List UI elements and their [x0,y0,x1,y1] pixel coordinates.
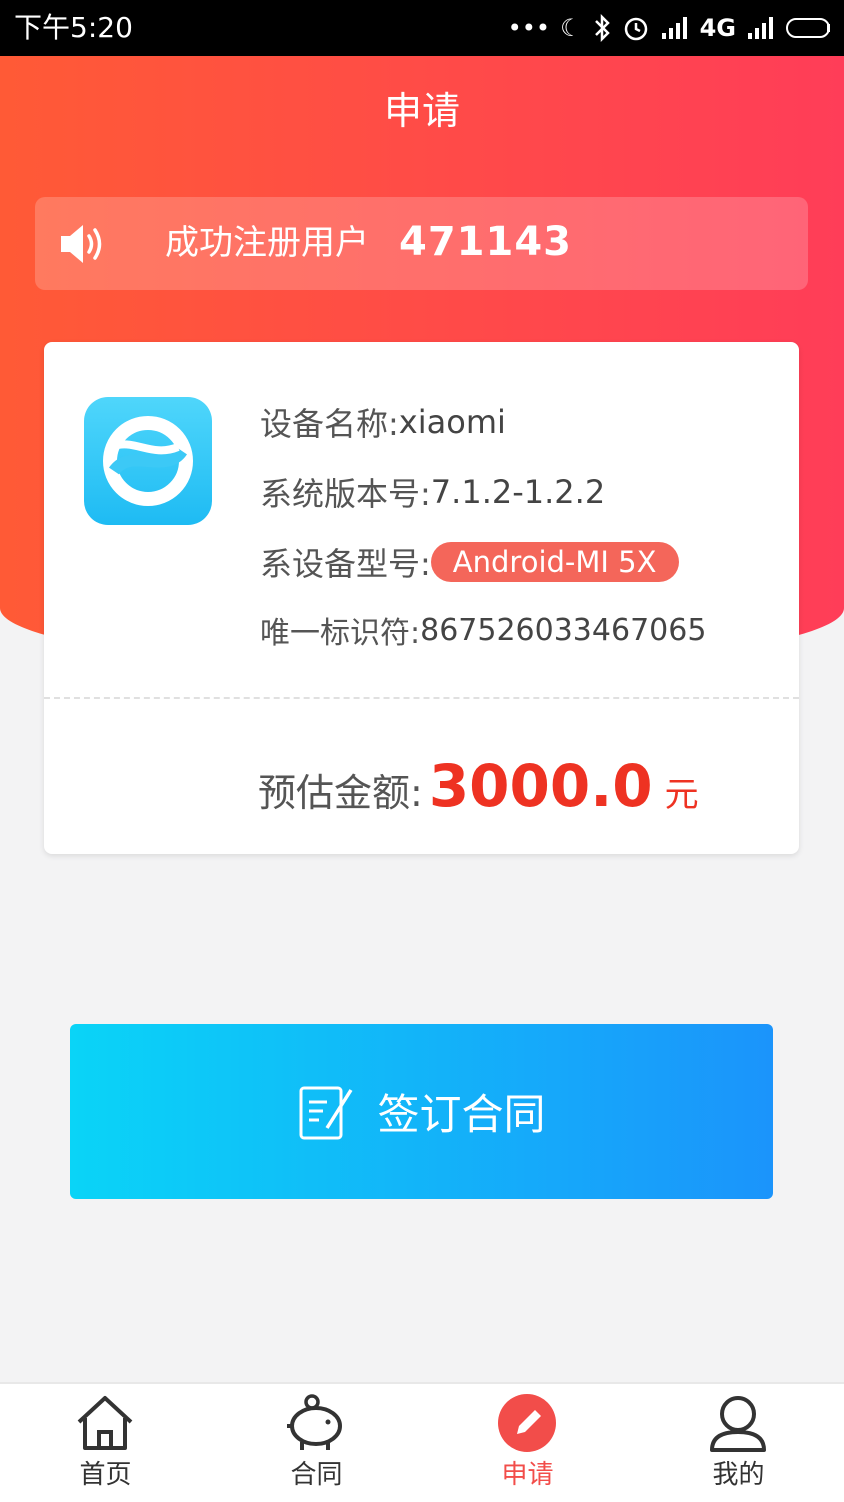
card-divider [44,697,799,699]
more-dots-icon: ••• [507,14,551,42]
sign-contract-button[interactable]: 签订合同 [70,1024,773,1199]
system-version-row: 系统版本号: 7.1.2-1.2.2 [260,467,605,517]
estimated-amount-label: 预估金额: [258,771,423,815]
estimated-amount-value: 3000.0 [428,752,653,820]
status-icons: ••• ☾ 4G [508,10,830,46]
pencil-icon [498,1394,556,1452]
unique-id-value: 867526033467065 [420,612,707,648]
device-model-badge: Android-MI 5X [430,542,679,582]
estimated-amount-row: 预估金额: 3000.0 元 [258,752,699,820]
device-model-row: 系设备型号: Android-MI 5X [260,537,679,587]
page-title: 申请 [383,89,460,133]
system-version-label: 系统版本号: [260,475,431,513]
tab-mine-label: 我的 [712,1460,765,1490]
bottom-tab-bar: 首页 合同 申请 我的 [0,1382,844,1502]
sign-contract-label: 签订合同 [377,1090,546,1139]
speaker-icon [61,225,102,263]
device-model-label: 系设备型号: [260,545,431,583]
registered-count: 471143 [399,219,572,265]
status-time: 下午5:20 [14,11,133,44]
device-info-card: 设备名称: xiaomi 系统版本号: 7.1.2-1.2.2 系设备型号: A… [44,342,799,854]
tab-apply-label: 申请 [501,1460,554,1490]
unique-id-row: 唯一标识符: 867526033467065 [260,605,706,655]
home-icon [77,1396,133,1450]
moon-icon: ☾ [560,14,582,42]
estimated-amount-unit: 元 [664,775,699,815]
tab-apply[interactable]: 申请 [422,1384,633,1502]
system-version-value: 7.1.2-1.2.2 [430,473,606,511]
notice-label: 成功注册用户 [165,223,369,263]
network-type: 4G [699,14,736,42]
user-icon [710,1396,766,1452]
app-logo-icon [84,397,212,525]
bluetooth-icon [594,14,610,42]
device-name-label: 设备名称: [260,405,399,443]
alarm-icon [624,17,647,41]
unique-id-label: 唯一标识符: [260,616,421,651]
tab-contract[interactable]: 合同 [211,1384,422,1502]
piggy-bank-icon [287,1394,342,1450]
status-bar: 下午5:20 ••• ☾ 4G [0,0,844,56]
tab-mine[interactable]: 我的 [633,1384,844,1502]
registered-users-notice: 成功注册用户 471143 [35,197,808,290]
tab-home[interactable]: 首页 [0,1384,211,1502]
battery-icon [786,18,830,38]
device-name-value: xiaomi [398,403,506,441]
device-name-row: 设备名称: xiaomi [260,397,506,447]
tab-home-label: 首页 [79,1460,132,1490]
signal-icon-2 [748,17,773,39]
tab-contract-label: 合同 [290,1460,343,1490]
signal-icon [661,17,687,39]
contract-edit-icon [299,1086,353,1139]
